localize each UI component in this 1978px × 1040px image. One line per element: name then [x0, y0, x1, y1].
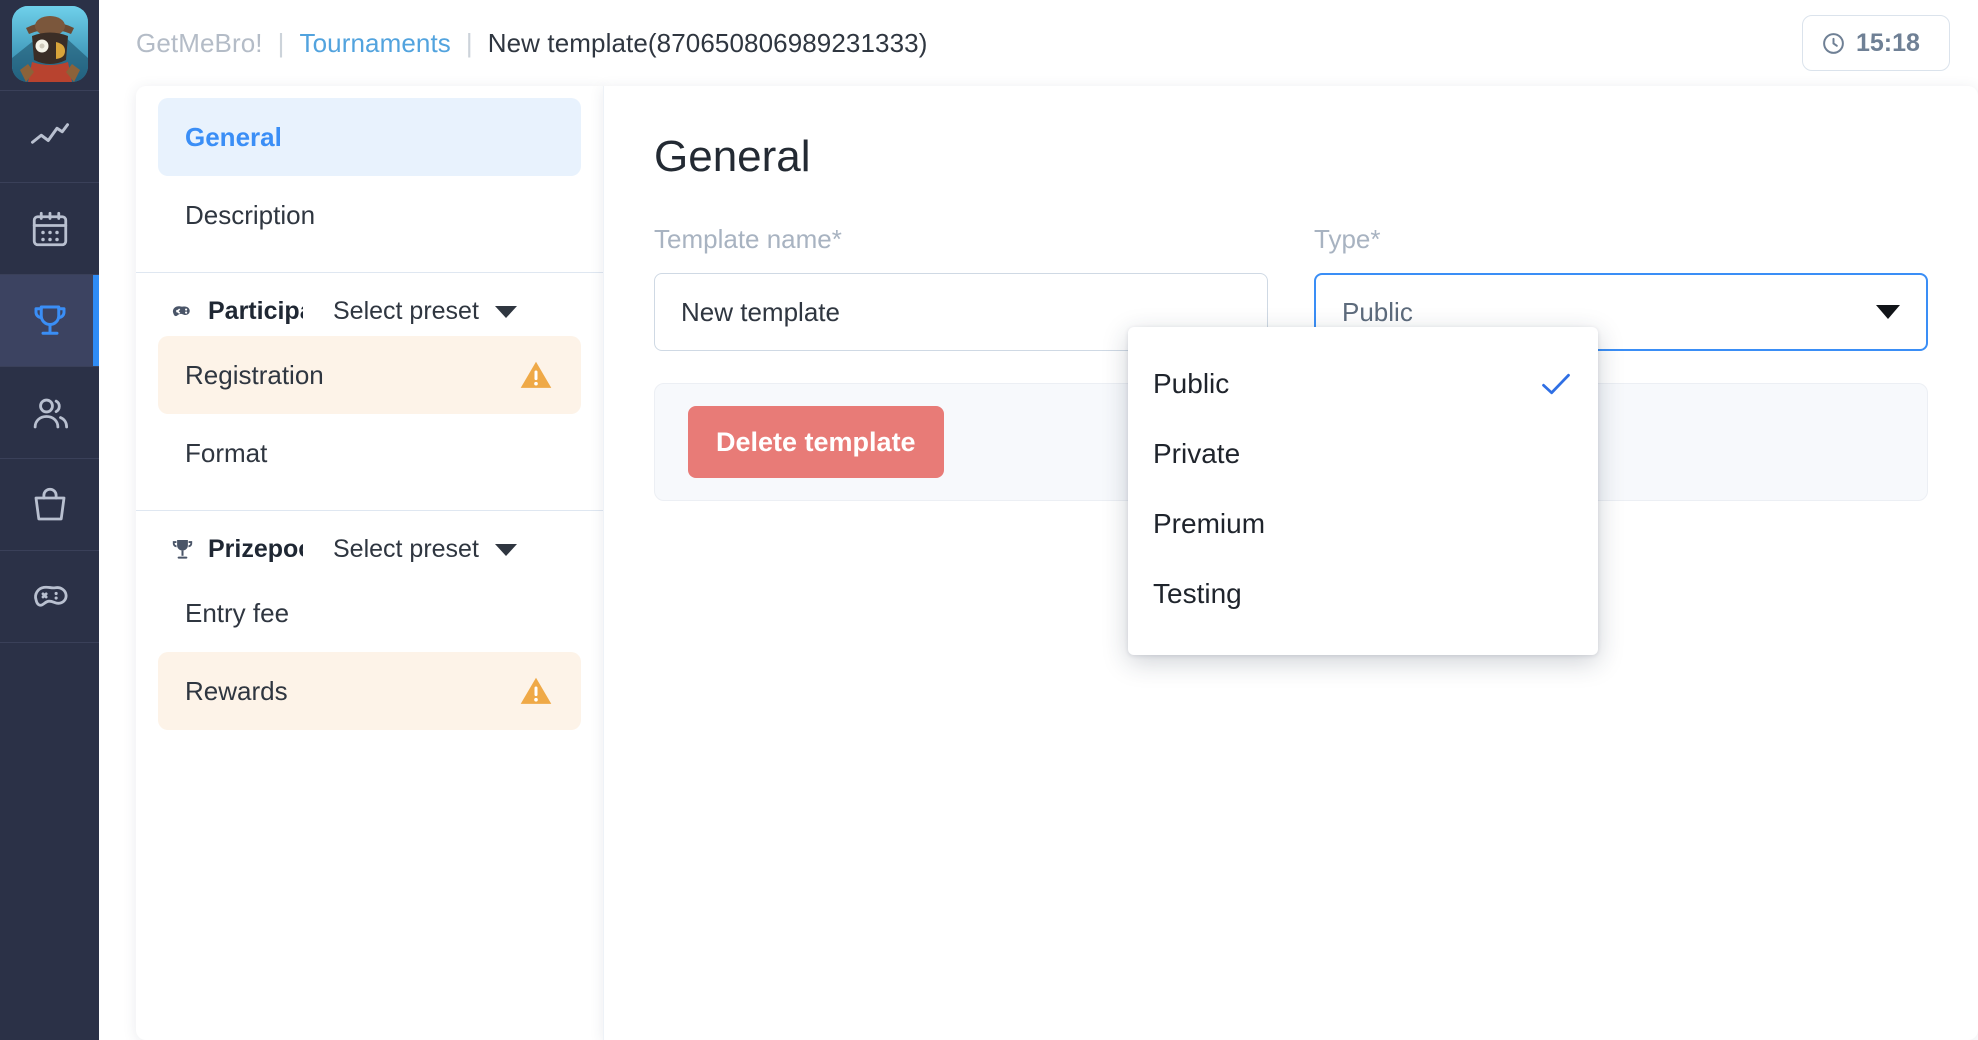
primary-nav-rail — [0, 0, 99, 1040]
participants-group-title: Participants — [208, 297, 303, 326]
steps-group-prizepool: Prizepool Select preset Entry fee Reward… — [136, 510, 603, 748]
breadcrumb: GetMeBro! | Tournaments | New template(8… — [136, 28, 928, 59]
breadcrumb-separator: | — [278, 28, 285, 59]
step-label: Entry fee — [185, 598, 289, 629]
top-bar: GetMeBro! | Tournaments | New template(8… — [99, 0, 1978, 86]
preset-label: Select preset — [333, 535, 479, 564]
step-label: Description — [185, 200, 315, 231]
template-name-label: Template name* — [654, 224, 1268, 255]
type-dropdown-menu: Public Private Premium Testing — [1128, 327, 1598, 655]
chevron-down-icon — [1876, 305, 1900, 319]
dropdown-option-label: Private — [1153, 438, 1240, 470]
shop-bag-icon — [29, 484, 71, 526]
gamepad-icon — [29, 576, 71, 618]
dropdown-option-private[interactable]: Private — [1128, 419, 1598, 489]
rail-divider — [0, 642, 99, 643]
app-logo-avatar[interactable] — [12, 6, 88, 82]
sidebar-item-analytics[interactable] — [0, 91, 99, 182]
breadcrumb-app[interactable]: GetMeBro! — [136, 28, 263, 59]
analytics-line-icon — [29, 116, 71, 158]
sidebar-item-format[interactable]: Format — [158, 414, 581, 492]
clock-icon — [1821, 31, 1846, 56]
steps-group-general: General Description — [136, 86, 603, 272]
gamepad-icon — [169, 298, 196, 325]
prizepool-group-header: Prizepool Select preset — [136, 523, 603, 574]
chevron-down-icon — [495, 306, 517, 318]
content-row: General Description — [99, 86, 1978, 1040]
template-steps-card: General Description — [136, 86, 603, 1040]
sidebar-item-shop[interactable] — [0, 459, 99, 550]
prizepool-preset-select[interactable]: Select preset — [333, 535, 517, 564]
sidebar-item-calendar[interactable] — [0, 183, 99, 274]
step-label: General — [185, 122, 282, 153]
clock-time: 15:18 — [1856, 29, 1920, 58]
warning-icon — [518, 673, 554, 709]
dropdown-option-public[interactable]: Public — [1128, 349, 1598, 419]
dropdown-option-label: Premium — [1153, 508, 1265, 540]
dropdown-option-label: Testing — [1153, 578, 1242, 610]
calendar-icon — [29, 208, 71, 250]
steps-group-participants: Participants Select preset Registration — [136, 272, 603, 510]
page-title: General — [654, 132, 1928, 182]
sidebar-item-general[interactable]: General — [158, 98, 581, 176]
sidebar-item-description[interactable]: Description — [158, 176, 581, 254]
dropdown-option-label: Public — [1153, 368, 1229, 400]
main-area: GetMeBro! | Tournaments | New template(8… — [99, 0, 1978, 1040]
sidebar-item-users[interactable] — [0, 367, 99, 458]
delete-template-button[interactable]: Delete template — [688, 406, 944, 478]
dropdown-option-premium[interactable]: Premium — [1128, 489, 1598, 559]
participants-group-header: Participants Select preset — [136, 285, 603, 336]
breadcrumb-separator: | — [466, 28, 473, 59]
chevron-down-icon — [495, 544, 517, 556]
participants-preset-select[interactable]: Select preset — [333, 297, 517, 326]
trophy-icon — [29, 300, 71, 342]
check-icon — [1541, 372, 1571, 396]
sidebar-item-entry-fee[interactable]: Entry fee — [158, 574, 581, 652]
breadcrumb-tournaments-link[interactable]: Tournaments — [299, 28, 450, 59]
type-label: Type* — [1314, 224, 1928, 255]
warning-icon — [518, 357, 554, 393]
step-label: Registration — [185, 360, 324, 391]
app-root: GetMeBro! | Tournaments | New template(8… — [0, 0, 1978, 1040]
sidebar-item-tournaments[interactable] — [0, 275, 99, 366]
sidebar-item-rewards[interactable]: Rewards — [158, 652, 581, 730]
step-label: Format — [185, 438, 267, 469]
clock-badge[interactable]: 15:18 — [1802, 15, 1950, 71]
dropdown-option-testing[interactable]: Testing — [1128, 559, 1598, 629]
trophy-icon — [169, 536, 196, 563]
prizepool-group-title: Prizepool — [208, 535, 303, 564]
preset-label: Select preset — [333, 297, 479, 326]
breadcrumb-current: New template(870650806989231333) — [488, 28, 928, 59]
type-select-value: Public — [1342, 297, 1413, 328]
sidebar-item-games[interactable] — [0, 551, 99, 642]
step-label: Rewards — [185, 676, 288, 707]
sidebar-item-registration[interactable]: Registration — [158, 336, 581, 414]
users-icon — [29, 392, 71, 434]
